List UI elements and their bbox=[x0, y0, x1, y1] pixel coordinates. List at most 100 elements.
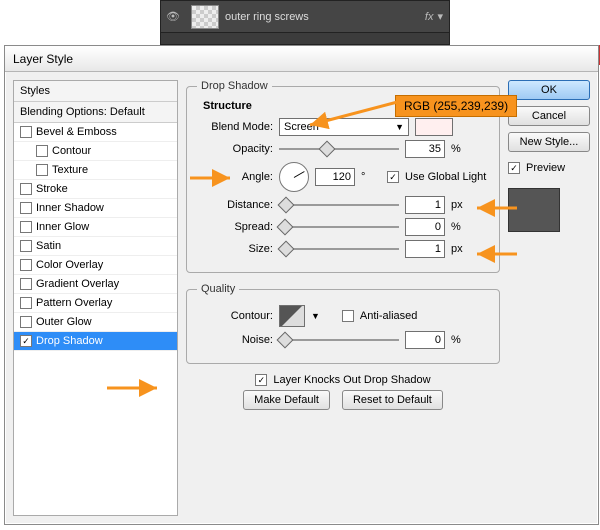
style-item-color-overlay[interactable]: Color Overlay bbox=[14, 256, 177, 275]
style-item-bevel-emboss[interactable]: Bevel & Emboss bbox=[14, 123, 177, 142]
style-item-pattern-overlay[interactable]: Pattern Overlay bbox=[14, 294, 177, 313]
visibility-eye-icon[interactable]: 👁 bbox=[161, 10, 185, 23]
ok-button[interactable]: OK bbox=[508, 80, 590, 100]
knocks-out-label: Layer Knocks Out Drop Shadow bbox=[273, 374, 430, 386]
style-label: Outer Glow bbox=[36, 316, 92, 328]
style-label: Color Overlay bbox=[36, 259, 103, 271]
noise-label: Noise: bbox=[197, 334, 273, 346]
size-label: Size: bbox=[197, 243, 273, 255]
distance-input[interactable] bbox=[405, 196, 445, 214]
style-checkbox[interactable] bbox=[20, 183, 32, 195]
layer-name[interactable]: outer ring screws bbox=[225, 11, 425, 23]
style-checkbox[interactable] bbox=[20, 126, 32, 138]
noise-slider[interactable] bbox=[279, 333, 399, 347]
style-checkbox[interactable] bbox=[36, 164, 48, 176]
styles-header[interactable]: Styles bbox=[14, 81, 177, 102]
opacity-unit: % bbox=[451, 143, 471, 155]
style-label: Pattern Overlay bbox=[36, 297, 112, 309]
angle-label: Angle: bbox=[197, 171, 273, 183]
preview-label: Preview bbox=[526, 162, 565, 174]
style-item-contour[interactable]: Contour bbox=[14, 142, 177, 161]
spread-unit: % bbox=[451, 221, 471, 233]
noise-unit: % bbox=[451, 334, 471, 346]
style-item-texture[interactable]: Texture bbox=[14, 161, 177, 180]
quality-heading: Quality bbox=[197, 283, 239, 295]
style-label: Gradient Overlay bbox=[36, 278, 119, 290]
contour-label: Contour: bbox=[197, 310, 273, 322]
titlebar[interactable]: Layer Style bbox=[5, 46, 598, 72]
noise-input[interactable] bbox=[405, 331, 445, 349]
preview-checkbox[interactable] bbox=[508, 162, 520, 174]
style-item-inner-shadow[interactable]: Inner Shadow bbox=[14, 199, 177, 218]
style-checkbox[interactable] bbox=[20, 240, 32, 252]
layer-thumbnail[interactable] bbox=[191, 5, 219, 29]
spread-input[interactable] bbox=[405, 218, 445, 236]
size-input[interactable] bbox=[405, 240, 445, 258]
layer-style-dialog: Layer Style Styles Blending Options: Def… bbox=[4, 45, 599, 525]
style-item-drop-shadow[interactable]: Drop Shadow bbox=[14, 332, 177, 351]
spread-label: Spread: bbox=[197, 221, 273, 233]
style-label: Satin bbox=[36, 240, 61, 252]
spread-slider[interactable] bbox=[279, 220, 399, 234]
style-item-inner-glow[interactable]: Inner Glow bbox=[14, 218, 177, 237]
style-checkbox[interactable] bbox=[20, 316, 32, 328]
distance-slider[interactable] bbox=[279, 198, 399, 212]
style-label: Drop Shadow bbox=[36, 335, 103, 347]
group-title: Drop Shadow bbox=[197, 80, 272, 92]
knocks-out-checkbox[interactable] bbox=[255, 374, 267, 386]
distance-unit: px bbox=[451, 199, 471, 211]
blend-mode-dropdown[interactable]: Screen ▼ bbox=[279, 118, 409, 136]
style-item-outer-glow[interactable]: Outer Glow bbox=[14, 313, 177, 332]
make-default-button[interactable]: Make Default bbox=[243, 390, 330, 410]
blending-options[interactable]: Blending Options: Default bbox=[14, 102, 177, 123]
quality-group: Quality Contour: ▼ Anti-aliased Noise: % bbox=[186, 283, 500, 364]
style-checkbox[interactable] bbox=[20, 221, 32, 233]
layers-panel-fragment: 👁 outer ring screws fx ▾ bbox=[160, 0, 450, 45]
annotation-rgb-label: RGB (255,239,239) bbox=[395, 95, 517, 117]
size-slider[interactable] bbox=[279, 242, 399, 256]
preview-swatch bbox=[508, 188, 560, 232]
styles-list: Styles Blending Options: Default Bevel &… bbox=[13, 80, 178, 516]
style-item-gradient-overlay[interactable]: Gradient Overlay bbox=[14, 275, 177, 294]
new-style-button[interactable]: New Style... bbox=[508, 132, 590, 152]
style-label: Texture bbox=[52, 164, 88, 176]
use-global-light-label: Use Global Light bbox=[405, 171, 486, 183]
style-checkbox[interactable] bbox=[20, 202, 32, 214]
angle-unit: ° bbox=[361, 171, 381, 183]
contour-picker[interactable] bbox=[279, 305, 305, 327]
style-checkbox[interactable] bbox=[20, 297, 32, 309]
style-label: Contour bbox=[52, 145, 91, 157]
opacity-input[interactable] bbox=[405, 140, 445, 158]
fx-badge[interactable]: fx bbox=[425, 11, 434, 23]
layer-row[interactable]: 👁 outer ring screws fx ▾ bbox=[161, 1, 449, 33]
style-label: Bevel & Emboss bbox=[36, 126, 117, 138]
size-unit: px bbox=[451, 243, 471, 255]
anti-aliased-label: Anti-aliased bbox=[360, 310, 417, 322]
chevron-down-icon[interactable]: ▼ bbox=[311, 311, 320, 321]
style-item-satin[interactable]: Satin bbox=[14, 237, 177, 256]
reset-default-button[interactable]: Reset to Default bbox=[342, 390, 443, 410]
dialog-title: Layer Style bbox=[13, 52, 73, 66]
style-label: Stroke bbox=[36, 183, 68, 195]
chevron-down-icon[interactable]: ▾ bbox=[437, 10, 443, 23]
blend-mode-value: Screen bbox=[284, 121, 319, 133]
style-checkbox[interactable] bbox=[20, 259, 32, 271]
blend-mode-label: Blend Mode: bbox=[197, 121, 273, 133]
angle-input[interactable] bbox=[315, 168, 355, 186]
style-label: Inner Shadow bbox=[36, 202, 104, 214]
dialog-buttons: OK Cancel New Style... Preview bbox=[508, 80, 590, 516]
opacity-label: Opacity: bbox=[197, 143, 273, 155]
use-global-light-checkbox[interactable] bbox=[387, 171, 399, 183]
distance-label: Distance: bbox=[197, 199, 273, 211]
style-checkbox[interactable] bbox=[20, 278, 32, 290]
chevron-down-icon: ▼ bbox=[395, 122, 404, 132]
style-checkbox[interactable] bbox=[20, 335, 32, 347]
cancel-button[interactable]: Cancel bbox=[508, 106, 590, 126]
shadow-color-swatch[interactable] bbox=[415, 118, 453, 136]
style-checkbox[interactable] bbox=[36, 145, 48, 157]
opacity-slider[interactable] bbox=[279, 142, 399, 156]
style-item-stroke[interactable]: Stroke bbox=[14, 180, 177, 199]
angle-dial[interactable] bbox=[279, 162, 309, 192]
effect-settings: Drop Shadow Structure Blend Mode: Screen… bbox=[186, 80, 500, 516]
anti-aliased-checkbox[interactable] bbox=[342, 310, 354, 322]
